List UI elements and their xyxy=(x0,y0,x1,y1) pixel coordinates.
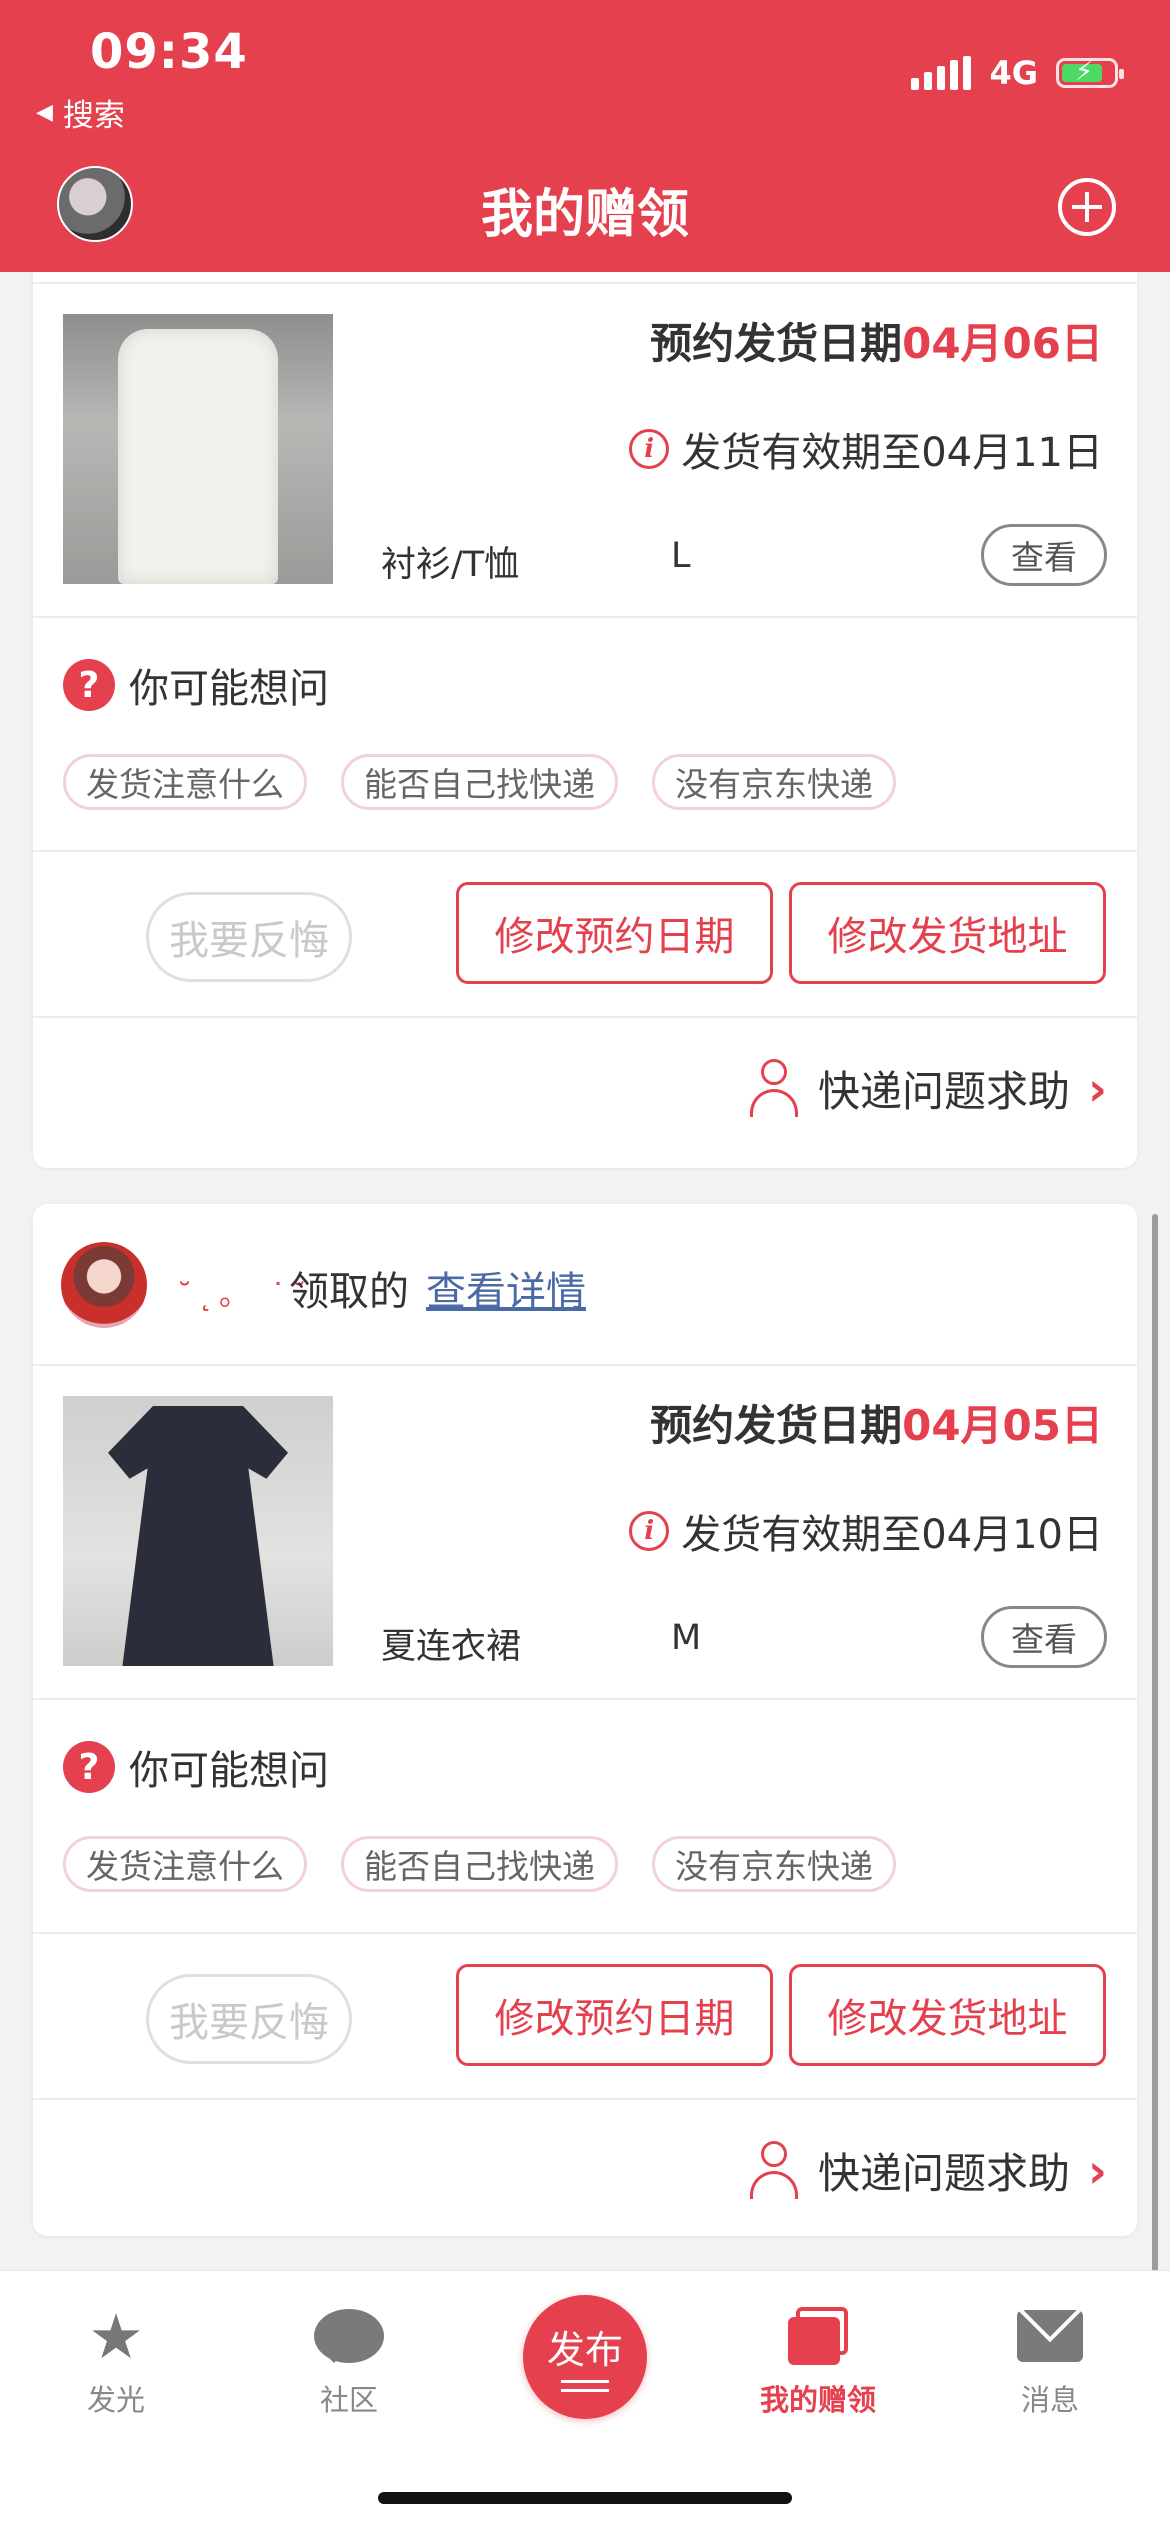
page-title: 我的赠领 xyxy=(480,185,689,245)
status-indicators: 4G ⚡ xyxy=(911,54,1124,92)
change-address-button[interactable]: 修改发货地址 xyxy=(789,882,1106,984)
donor-avatar[interactable] xyxy=(61,1242,147,1328)
scrollbar[interactable] xyxy=(1152,1214,1158,2272)
publish-label: 发布 xyxy=(546,2328,623,2372)
home-indicator[interactable] xyxy=(378,2492,792,2504)
faq-tag-shipping-notes[interactable]: 发货注意什么 xyxy=(63,754,307,810)
view-details-link[interactable]: 查看详情 xyxy=(426,1259,586,1317)
top-bar: 09:34 ◀ 搜索 4G ⚡ 我的赠领 xyxy=(0,0,1170,272)
view-button[interactable]: 查看 xyxy=(981,524,1107,586)
courier-help-label: 快递问题求助 xyxy=(818,2149,1071,2198)
product-row: 预约发货日期04月06日 i 发货有效期至04月11日 衬衫/T恤 L 查看 xyxy=(33,284,1137,614)
courier-help-label: 快递问题求助 xyxy=(818,1067,1071,1116)
change-address-button[interactable]: 修改发货地址 xyxy=(789,1964,1106,2066)
action-row: 我要反悔 修改预约日期 修改发货地址 xyxy=(33,1934,1137,2100)
product-row: 预约发货日期04月05日 i 发货有效期至04月10日 夏连衣裙 M 查看 xyxy=(33,1366,1137,1696)
product-size: M xyxy=(671,1618,702,1658)
product-image-dress[interactable] xyxy=(63,1396,333,1666)
faq-title: 你可能想问 xyxy=(129,1748,329,1794)
tab-my-gifts-label: 我的赠领 xyxy=(759,2383,876,2417)
battery-icon: ⚡ xyxy=(1056,57,1124,88)
publish-lines-icon xyxy=(561,2380,609,2383)
tab-community-label: 社区 xyxy=(319,2383,378,2417)
product-category: 衬衫/T恤 xyxy=(381,545,520,585)
action-row: 我要反悔 修改预约日期 修改发货地址 xyxy=(33,852,1137,1018)
faq-tag-shipping-notes[interactable]: 发货注意什么 xyxy=(63,1836,307,1892)
regret-button[interactable]: 我要反悔 xyxy=(146,892,352,982)
donor-suffix: 领取的 xyxy=(289,1269,409,1315)
faq-section: ? 你可能想问 发货注意什么 能否自己找快递 没有京东快递 xyxy=(33,1700,1137,1932)
tab-messages[interactable]: 消息 xyxy=(970,2301,1130,2419)
valid-until: i 发货有效期至04月11日 xyxy=(629,420,1103,478)
person-icon xyxy=(748,1058,800,1119)
courier-help-row[interactable]: 快递问题求助 › xyxy=(33,1018,1137,1158)
info-icon: i xyxy=(629,429,670,469)
network-type: 4G xyxy=(989,54,1038,92)
faq-title: 你可能想问 xyxy=(129,666,329,712)
view-button[interactable]: 查看 xyxy=(981,1606,1107,1668)
add-button[interactable] xyxy=(1058,178,1116,236)
valid-until: i 发货有效期至04月10日 xyxy=(629,1502,1103,1560)
ship-date: 预约发货日期04月05日 xyxy=(650,1401,1103,1450)
chevron-right-icon: › xyxy=(1088,1061,1107,1116)
product-image-shirt[interactable] xyxy=(63,314,333,584)
chat-bubble-icon xyxy=(314,2309,384,2363)
donor-row: ˘˛。 ˙˘ 领取的 查看详情 xyxy=(33,1204,1137,1364)
change-date-button[interactable]: 修改预约日期 xyxy=(456,882,773,984)
back-label: 搜索 xyxy=(62,98,125,134)
status-time: 09:34 xyxy=(90,24,248,80)
regret-button[interactable]: 我要反悔 xyxy=(146,1974,352,2064)
info-icon: i xyxy=(629,1511,670,1551)
faq-tag-own-courier[interactable]: 能否自己找快递 xyxy=(341,754,618,810)
faq-tag-own-courier[interactable]: 能否自己找快递 xyxy=(341,1836,618,1892)
mail-icon xyxy=(1017,2310,1083,2362)
gift-list[interactable]: 预约发货日期04月06日 i 发货有效期至04月11日 衬衫/T恤 L 查看 ?… xyxy=(0,272,1170,2270)
tab-messages-label: 消息 xyxy=(1020,2383,1079,2417)
faq-tag-no-jd-express[interactable]: 没有京东快递 xyxy=(652,754,896,810)
gift-cards-icon xyxy=(788,2307,848,2365)
back-to-search-link[interactable]: ◀ 搜索 xyxy=(36,90,125,135)
product-category: 夏连衣裙 xyxy=(381,1627,522,1667)
faq-section: ? 你可能想问 发货注意什么 能否自己找快递 没有京东快递 xyxy=(33,618,1137,850)
publish-button[interactable]: 发布 xyxy=(523,2295,647,2419)
tab-community[interactable]: 社区 xyxy=(269,2301,429,2419)
change-date-button[interactable]: 修改预约日期 xyxy=(456,1964,773,2066)
chevron-right-icon: › xyxy=(1088,2143,1107,2198)
star-icon: ★ xyxy=(88,2299,144,2373)
gift-card: ˘˛。 ˙˘ 领取的 查看详情 预约发货日期04月05日 i 发货有效期至04月… xyxy=(33,1204,1137,2236)
courier-help-row[interactable]: 快递问题求助 › xyxy=(33,2100,1137,2236)
faq-tag-no-jd-express[interactable]: 没有京东快递 xyxy=(652,1836,896,1892)
tab-my-gifts[interactable]: 我的赠领 xyxy=(738,2301,898,2419)
product-size: L xyxy=(671,536,691,576)
tab-glow-label: 发光 xyxy=(86,2383,145,2417)
signal-icon xyxy=(911,56,972,90)
tab-glow[interactable]: ★ 发光 xyxy=(36,2299,196,2419)
back-arrow-icon: ◀ xyxy=(36,100,53,125)
question-icon: ? xyxy=(63,659,115,711)
ship-date: 预约发货日期04月06日 xyxy=(650,319,1103,368)
person-icon xyxy=(748,2140,800,2201)
gift-card: 预约发货日期04月06日 i 发货有效期至04月11日 衬衫/T恤 L 查看 ?… xyxy=(33,272,1137,1168)
question-icon: ? xyxy=(63,1741,115,1793)
